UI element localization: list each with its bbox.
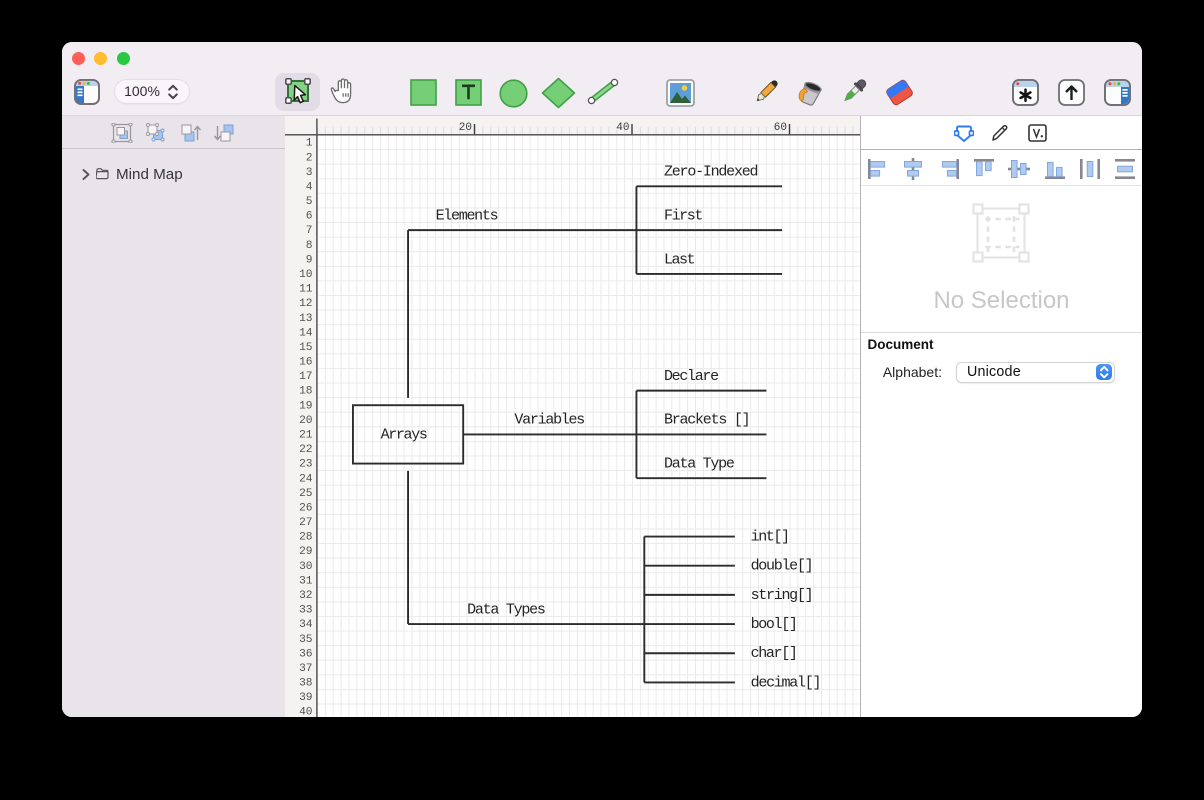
svg-text:Data Type: Data Type (664, 455, 735, 472)
svg-text:14: 14 (299, 327, 313, 339)
svg-text:decimal[]: decimal[] (751, 674, 822, 691)
svg-text:18: 18 (299, 385, 312, 397)
svg-text:31: 31 (299, 575, 313, 587)
svg-text:15: 15 (299, 341, 312, 353)
svg-text:Zero-Indexed: Zero-Indexed (664, 163, 759, 180)
svg-text:40: 40 (299, 706, 313, 717)
svg-text:40: 40 (616, 122, 629, 134)
svg-text:12: 12 (299, 298, 312, 310)
svg-text:9: 9 (306, 254, 313, 266)
svg-text:13: 13 (299, 312, 312, 324)
svg-text:11: 11 (299, 283, 313, 295)
svg-text:20: 20 (459, 122, 472, 134)
svg-text:60: 60 (774, 122, 787, 134)
svg-text:28: 28 (299, 531, 312, 543)
svg-text:39: 39 (299, 692, 312, 704)
svg-text:First: First (664, 207, 703, 224)
svg-text:17: 17 (299, 371, 312, 383)
svg-text:27: 27 (299, 517, 312, 529)
svg-text:38: 38 (299, 677, 312, 689)
svg-text:22: 22 (299, 444, 312, 456)
svg-text:26: 26 (299, 502, 312, 514)
svg-text:7: 7 (306, 225, 313, 237)
svg-text:2: 2 (306, 152, 313, 164)
svg-text:Last: Last (664, 251, 696, 268)
svg-text:10: 10 (299, 269, 313, 281)
svg-text:20: 20 (299, 414, 313, 426)
svg-text:Arrays: Arrays (381, 426, 428, 443)
svg-text:21: 21 (299, 429, 313, 441)
svg-text:6: 6 (306, 210, 313, 222)
svg-text:Brackets []: Brackets [] (664, 411, 751, 428)
svg-text:char[]: char[] (751, 645, 798, 662)
svg-text:25: 25 (299, 487, 312, 499)
svg-text:37: 37 (299, 662, 312, 674)
svg-text:bool[]: bool[] (751, 616, 798, 633)
svg-text:1: 1 (306, 137, 313, 149)
svg-text:34: 34 (299, 619, 313, 631)
svg-text:30: 30 (299, 560, 313, 572)
svg-text:Elements: Elements (436, 207, 499, 224)
svg-text:33: 33 (299, 604, 312, 616)
svg-text:Declare: Declare (664, 367, 719, 384)
svg-text:3: 3 (306, 166, 313, 178)
svg-text:int[]: int[] (751, 528, 790, 545)
svg-text:32: 32 (299, 589, 312, 601)
svg-text:23: 23 (299, 458, 312, 470)
svg-text:4: 4 (306, 181, 313, 193)
svg-text:24: 24 (299, 473, 313, 485)
svg-text:29: 29 (299, 546, 312, 558)
svg-text:8: 8 (306, 239, 313, 251)
svg-text:string[]: string[] (751, 586, 814, 603)
svg-text:19: 19 (299, 400, 312, 412)
svg-text:Variables: Variables (514, 411, 585, 428)
svg-text:35: 35 (299, 633, 312, 645)
svg-text:Data Types: Data Types (467, 601, 546, 618)
svg-text:16: 16 (299, 356, 312, 368)
svg-text:double[]: double[] (751, 557, 814, 574)
svg-text:36: 36 (299, 648, 312, 660)
svg-text:5: 5 (306, 196, 313, 208)
